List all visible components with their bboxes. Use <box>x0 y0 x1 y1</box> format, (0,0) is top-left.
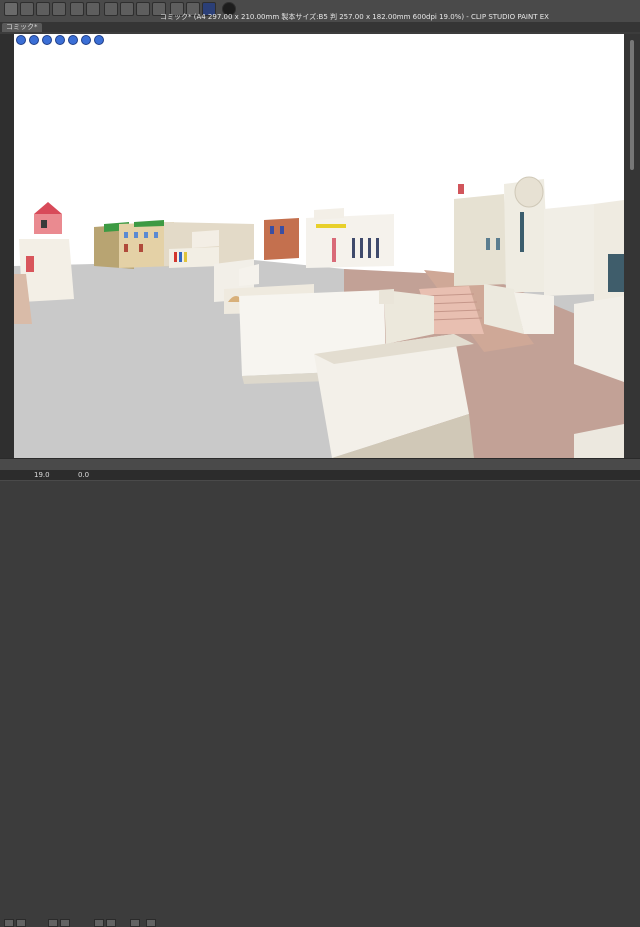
scroll-right-icon[interactable] <box>16 919 26 927</box>
status-bar <box>0 470 640 480</box>
flip-icon[interactable] <box>130 919 140 927</box>
reset-rotation-icon[interactable] <box>146 919 156 927</box>
rotate-right-icon[interactable] <box>106 919 116 927</box>
rotation-value[interactable]: 0.0 <box>78 470 89 480</box>
tab-comic[interactable]: コミック* <box>2 23 42 32</box>
3d-scene <box>14 34 624 458</box>
vertical-scrollbar[interactable] <box>630 40 634 170</box>
transform-icon[interactable] <box>120 2 134 16</box>
canvas-area[interactable] <box>14 34 624 458</box>
move-icon[interactable] <box>104 2 118 16</box>
document-tab-bar <box>0 22 640 32</box>
perspective-icon[interactable] <box>81 35 91 45</box>
top-toolbar: コミック* (A4 297.00 x 210.00mm 製本サイズ:B5 判 2… <box>0 0 640 23</box>
rotate-icon[interactable] <box>55 35 65 45</box>
camera-view-icon[interactable] <box>94 35 104 45</box>
eye-icon[interactable] <box>4 2 18 16</box>
undo-icon[interactable] <box>70 2 84 16</box>
open-icon[interactable] <box>36 2 50 16</box>
orbit-icon[interactable] <box>16 35 26 45</box>
zoom-value[interactable]: 19.0 <box>34 470 50 480</box>
reset-camera-icon[interactable] <box>68 35 78 45</box>
3d-camera-tools <box>16 35 104 45</box>
zoom-icon[interactable] <box>42 35 52 45</box>
select-icon[interactable] <box>136 2 150 16</box>
scroll-left-icon[interactable] <box>4 919 14 927</box>
zoom-in-icon[interactable] <box>48 919 58 927</box>
window-title: コミック* (A4 297.00 x 210.00mm 製本サイズ:B5 判 2… <box>160 13 549 21</box>
zoom-out-icon[interactable] <box>60 919 70 927</box>
save-icon[interactable] <box>52 2 66 16</box>
rotate-left-icon[interactable] <box>94 919 104 927</box>
left-panel-strip <box>0 34 14 480</box>
redo-icon[interactable] <box>86 2 100 16</box>
new-icon[interactable] <box>20 2 34 16</box>
pan-icon[interactable] <box>29 35 39 45</box>
